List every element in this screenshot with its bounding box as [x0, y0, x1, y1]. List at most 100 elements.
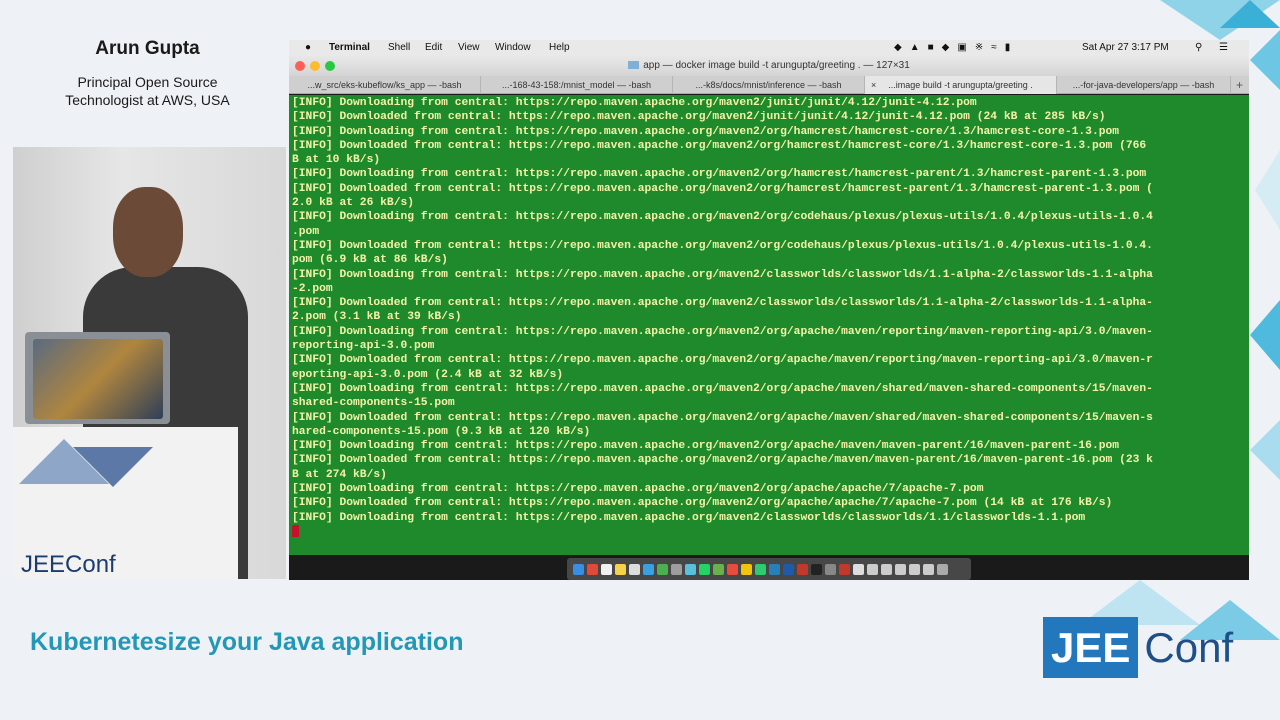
terminal-line: [INFO] Downloaded from central: https://…: [292, 182, 1153, 195]
document-icon[interactable]: [923, 563, 934, 575]
terminal-line: [INFO] Downloaded from central: https://…: [292, 354, 1153, 367]
notification-center-icon[interactable]: ☰: [1219, 40, 1228, 56]
new-tab-plus-icon[interactable]: +: [1236, 76, 1243, 94]
logo-part2: Conf: [1144, 623, 1234, 671]
folder-icon: [628, 61, 640, 69]
terminal-line: [INFO] Downloaded from central: https://…: [292, 454, 1153, 467]
terminal-line: .pom: [292, 225, 320, 238]
stickies-icon[interactable]: [615, 563, 626, 575]
document-icon[interactable]: [895, 563, 906, 575]
window-title-bar: app — docker image build -t arungupta/gr…: [289, 56, 1249, 76]
document-icon[interactable]: [909, 563, 920, 575]
menu-datetime[interactable]: Sat Apr 27 3:17 PM: [1082, 40, 1169, 56]
app-icon[interactable]: [797, 563, 808, 575]
docker-icon[interactable]: ▲: [910, 40, 920, 56]
terminal-tab[interactable]: ...w_src/eks-kubeflow/ks_app — -bash: [289, 76, 481, 94]
terminal-tab[interactable]: ...-k8s/docs/mnist/inference — -bash: [673, 76, 865, 94]
menu-window[interactable]: Window: [495, 40, 531, 56]
app-icon[interactable]: [741, 563, 752, 575]
speaker-head: [113, 187, 183, 277]
shield-icon[interactable]: ■: [928, 40, 934, 56]
word-icon[interactable]: [783, 563, 794, 575]
whatsapp-icon[interactable]: [699, 563, 710, 575]
app-icon[interactable]: [825, 563, 836, 575]
textedit-icon[interactable]: [629, 563, 640, 575]
window-title: app — docker image build -t arungupta/gr…: [643, 60, 910, 71]
terminal-line: -2.pom: [292, 282, 333, 295]
apple-icon[interactable]: ●: [305, 40, 311, 56]
document-icon[interactable]: [881, 563, 892, 575]
app-icon[interactable]: [713, 563, 724, 575]
terminal-line: [INFO] Downloading from central: https:/…: [292, 211, 1153, 224]
terminal-line: [INFO] Downloading from central: https:/…: [292, 97, 977, 109]
trash-icon[interactable]: [937, 563, 948, 575]
tab-close-icon[interactable]: ×: [871, 76, 876, 94]
terminal-line: [INFO] Downloaded from central: https://…: [292, 497, 1113, 510]
calendar-icon[interactable]: [587, 563, 598, 575]
outlook-icon[interactable]: [769, 563, 780, 575]
terminal-line: eporting-api-3.0.pom (2.4 kB at 32 kB/s): [292, 368, 564, 381]
notes-icon[interactable]: [601, 563, 612, 575]
terminal-line: hared-components-15.pom (9.3 kB at 120 k…: [292, 425, 591, 438]
bluetooth-icon[interactable]: ※: [975, 40, 983, 56]
battery-icon[interactable]: ▮: [1005, 40, 1011, 56]
terminal-line: B at 10 kB/s): [292, 154, 381, 167]
terminal-line: shared-components-15.pom: [292, 397, 455, 410]
display-icon[interactable]: ▣: [957, 40, 966, 56]
menu-help[interactable]: Help: [549, 40, 570, 56]
dropbox-icon[interactable]: ◆: [894, 40, 902, 56]
speaker-video: JEEConf: [13, 147, 286, 579]
terminal-cursor: [292, 524, 299, 537]
terminal-icon[interactable]: [811, 563, 822, 575]
menu-status-icons: ◆ ▲ ■ ◆ ▣ ※ ≈ ▮: [894, 40, 1010, 56]
terminal-line: reporting-api-3.0.pom: [292, 340, 435, 353]
terminal-line: [INFO] Downloading from central: https:/…: [292, 440, 1120, 453]
document-icon[interactable]: [853, 563, 864, 575]
terminal-tab[interactable]: ...-for-java-developers/app — -bash: [1057, 76, 1231, 94]
spotlight-search-icon[interactable]: ⚲: [1195, 40, 1202, 56]
terminal-line: 2.pom (3.1 kB at 39 kB/s): [292, 311, 462, 324]
speaker-name: Arun Gupta: [95, 38, 200, 59]
terminal-line: [INFO] Downloaded from central: https://…: [292, 139, 1147, 152]
talk-title: Kubernetesize your Java application: [30, 628, 464, 656]
tag-icon[interactable]: ◆: [942, 40, 950, 56]
screen-share: ● Terminal Shell Edit View Window Help ◆…: [289, 40, 1249, 580]
document-icon[interactable]: [867, 563, 878, 575]
chrome-icon[interactable]: [657, 563, 668, 575]
menu-edit[interactable]: Edit: [425, 40, 442, 56]
wifi-icon[interactable]: ≈: [991, 40, 997, 56]
slack-icon[interactable]: [685, 563, 696, 575]
terminal-line: pom (6.9 kB at 86 kB/s): [292, 254, 448, 267]
terminal-line: 2.0 kB at 26 kB/s): [292, 197, 415, 210]
terminal-tab-active[interactable]: × ...image build -t arungupta/greeting .: [865, 76, 1057, 94]
settings-icon[interactable]: [671, 563, 682, 575]
terminal-line: [INFO] Downloaded from central: https://…: [292, 239, 1153, 252]
terminal-line: [INFO] Downloading from central: https:/…: [292, 325, 1153, 338]
app-icon[interactable]: [839, 563, 850, 575]
terminal-line: [INFO] Downloading from central: https:/…: [292, 382, 1153, 395]
terminal-line: [INFO] Downloaded from central: https://…: [292, 111, 1106, 124]
terminal-cursor-line: [292, 524, 1246, 540]
menu-view[interactable]: View: [458, 40, 480, 56]
terminal-line: [INFO] Downloading from central: https:/…: [292, 125, 1120, 138]
terminal-line: [INFO] Downloaded from central: https://…: [292, 297, 1153, 310]
dock: [567, 558, 971, 580]
jeeconf-logo: JEE Conf: [1043, 617, 1233, 678]
terminal-line: B at 274 kB/s): [292, 468, 387, 481]
terminal-output[interactable]: [INFO] Downloading from central: https:/…: [289, 95, 1249, 555]
app-icon[interactable]: [727, 563, 738, 575]
finder-icon[interactable]: [573, 563, 584, 575]
terminal-tab-bar: ...w_src/eks-kubeflow/ks_app — -bash ...…: [289, 76, 1249, 94]
menu-shell[interactable]: Shell: [388, 40, 410, 56]
menu-bar: ● Terminal Shell Edit View Window Help ◆…: [289, 40, 1249, 56]
app-icon[interactable]: [755, 563, 766, 575]
terminal-line: [INFO] Downloading from central: https:/…: [292, 168, 1147, 181]
terminal-tab[interactable]: ...-168-43-158:/mnist_model — -bash: [481, 76, 673, 94]
terminal-line: [INFO] Downloading from central: https:/…: [292, 483, 984, 496]
terminal-line: [INFO] Downloading from central: https:/…: [292, 511, 1086, 524]
terminal-line: [INFO] Downloading from central: https:/…: [292, 268, 1153, 281]
speaker-title: Principal Open Source Technologist at AW…: [65, 74, 230, 108]
terminal-line: [INFO] Downloaded from central: https://…: [292, 411, 1153, 424]
menu-app-terminal[interactable]: Terminal: [329, 40, 370, 56]
safari-icon[interactable]: [643, 563, 654, 575]
